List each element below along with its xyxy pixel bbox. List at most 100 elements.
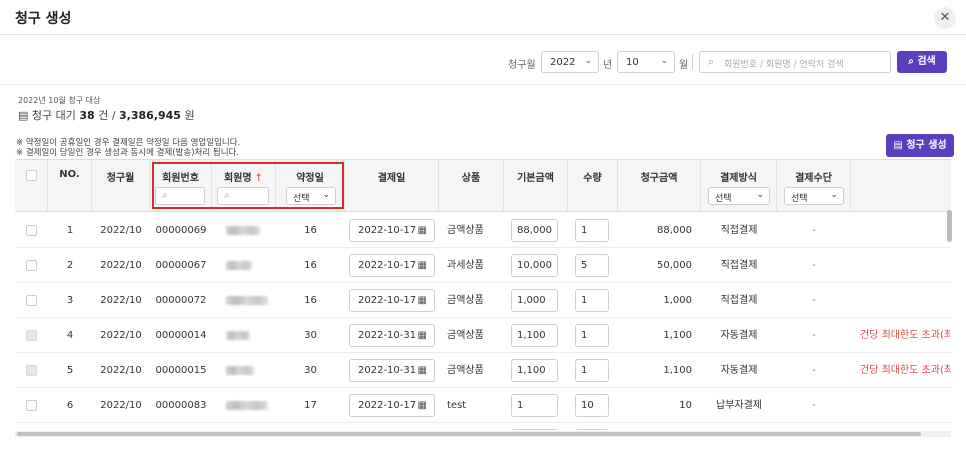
row-checkbox[interactable]	[26, 400, 37, 411]
pending-amount: 3,386,945	[119, 109, 181, 122]
year-select[interactable]: 2022 ⌄	[541, 51, 599, 73]
calendar-icon[interactable]: ▦	[418, 220, 427, 241]
row-month: 2022/10	[100, 260, 142, 271]
pay-date-input[interactable]: 2022-10-31 ▦	[349, 324, 435, 347]
month-value: 10	[626, 57, 639, 68]
search-button-label: 검색	[917, 56, 936, 67]
row-checkbox	[26, 330, 37, 341]
col-month: 청구월	[92, 160, 150, 212]
pending-count: 38	[79, 109, 95, 122]
pay-means-filter-select[interactable]: 선택 ⌄	[784, 187, 844, 205]
qty-input[interactable]: 1	[575, 324, 609, 347]
pay-method-filter-select[interactable]: 선택 ⌄	[708, 187, 770, 205]
row-member-no: 00000072	[155, 295, 207, 306]
table-row[interactable]: 1 2022/10 00000069 16 2022-10-17 ▦ 금액상품 88,000 1…	[15, 213, 951, 248]
pay-date-input[interactable]: 2022-10-17 ▦	[349, 254, 435, 277]
base-amount-input[interactable]: 1,100	[511, 324, 558, 347]
col-no: NO.	[48, 160, 92, 212]
base-amount-input[interactable]: 1,100	[511, 359, 558, 382]
calendar-icon[interactable]: ▦	[418, 395, 427, 416]
blurred-member-name	[226, 226, 260, 235]
col-product: 상품	[439, 160, 504, 212]
row-pay-method: 직접결제	[720, 295, 758, 306]
row-pay-method: 납부자결제	[716, 400, 762, 411]
row-checkbox[interactable]	[26, 260, 37, 271]
count-unit: 건 /	[94, 109, 120, 122]
month-unit: 월	[679, 60, 689, 71]
row-no: 4	[66, 330, 74, 341]
base-amount-input[interactable]: 88,000	[511, 219, 558, 242]
col-pay-date: 결제일	[345, 160, 439, 212]
billing-month-label: 청구월	[508, 60, 536, 71]
table-row[interactable]: 5 2022/10 00000015 30 2022-10-31 ▦ 금액상품 1,100 1 1…	[15, 353, 951, 388]
row-bill-amount: 10	[679, 400, 692, 411]
modal-title: 청구 생성	[15, 11, 72, 27]
chevron-down-icon: ⌄	[830, 190, 838, 200]
qty-input[interactable]: 1	[575, 359, 609, 382]
row-checkbox[interactable]	[26, 295, 37, 306]
row-product: 금액상품	[447, 365, 484, 376]
blurred-member-name	[226, 296, 268, 305]
month-select[interactable]: 10 ⌄	[617, 51, 675, 73]
base-amount-input[interactable]: 1	[511, 394, 558, 417]
col-bill-amount: 청구금액	[618, 160, 701, 212]
select-value: 선택	[715, 194, 732, 204]
table-row[interactable]: 6 2022/10 00000083 17 2022-10-17 ▦ test 1 10 10 납부…	[15, 388, 951, 423]
row-member-no: 00000014	[155, 330, 207, 341]
row-pay-method: 직접결제	[720, 260, 758, 271]
base-amount-input[interactable]	[511, 429, 558, 430]
base-amount-input[interactable]: 10,000	[511, 254, 558, 277]
calendar-icon[interactable]: ▦	[418, 360, 427, 381]
row-pay-method: 자동결제	[720, 330, 758, 341]
qty-input[interactable]: 10	[575, 394, 609, 417]
search-button[interactable]: ⌕ 검색	[897, 51, 947, 73]
pay-date-input[interactable]: 2022-10-17 ▦	[349, 289, 435, 312]
create-billing-button[interactable]: ▤ 청구 생성	[886, 134, 954, 157]
row-checkbox[interactable]	[26, 225, 37, 236]
row-contract-day: 30	[304, 330, 317, 341]
col-pay-date-label: 결제일	[377, 173, 406, 184]
row-bill-amount: 1,000	[663, 295, 692, 306]
search-input[interactable]: ⌕ 회원번호 / 회원명 / 연락처 검색	[699, 51, 891, 73]
pay-date-input[interactable]: 2022-10-31 ▦	[349, 359, 435, 382]
row-checkbox	[26, 365, 37, 376]
row-member-no: 00000083	[155, 400, 207, 411]
row-error-note: 건당 최대한도 초과(최대	[860, 365, 951, 376]
calendar-icon[interactable]: ▦	[418, 255, 427, 276]
row-no: 3	[66, 295, 74, 306]
pay-date-input[interactable]: 2022-10-17 ▦	[349, 394, 435, 417]
vertical-scrollbar[interactable]	[947, 210, 952, 242]
row-contract-day: 30	[304, 365, 317, 376]
calendar-icon[interactable]: ▦	[418, 325, 427, 346]
calendar-icon[interactable]: ▦	[418, 290, 427, 311]
blurred-member-name	[226, 401, 268, 410]
table-row[interactable]: 2 2022/10 00000067 16 2022-10-17 ▦ 과세상품 10,000 5…	[15, 248, 951, 283]
col-base-amount: 기본금액	[504, 160, 568, 212]
qty-input[interactable]: 5	[575, 254, 609, 277]
table-row[interactable]	[15, 423, 951, 430]
divider	[0, 84, 966, 85]
col-pay-means: 결제수단 선택 ⌄	[777, 160, 851, 212]
doc-icon: ▤	[18, 109, 29, 122]
close-button[interactable]: ✕	[934, 7, 956, 29]
qty-input[interactable]: 1	[575, 219, 609, 242]
horizontal-scrollbar[interactable]	[17, 432, 921, 436]
row-product: 과세상품	[447, 260, 484, 271]
select-all-checkbox[interactable]	[26, 170, 37, 181]
row-pay-method: 직접결제	[720, 225, 758, 236]
search-placeholder: 회원번호 / 회원명 / 연락처 검색	[724, 60, 844, 70]
qty-input[interactable]: 1	[575, 289, 609, 312]
pay-date-value: 2022-10-17	[358, 225, 417, 236]
qty-input[interactable]	[575, 429, 609, 430]
pay-date-input[interactable]: 2022-10-17 ▦	[349, 219, 435, 242]
row-contract-day: 16	[304, 260, 317, 271]
table-row[interactable]: 3 2022/10 00000072 16 2022-10-17 ▦ 금액상품 1,000 1 1…	[15, 283, 951, 318]
table-row[interactable]: 4 2022/10 00000014 30 2022-10-31 ▦ 금액상품 1,100 1 1…	[15, 318, 951, 353]
row-product: test	[447, 400, 467, 411]
base-amount-input[interactable]: 1,000	[511, 289, 558, 312]
row-error-note: 건당 최대한도 초과(최대	[860, 330, 951, 341]
row-bill-amount: 88,000	[657, 225, 692, 236]
row-contract-day: 16	[304, 225, 317, 236]
row-product: 금액상품	[447, 295, 484, 306]
create-billing-label: 청구 생성	[906, 140, 947, 151]
